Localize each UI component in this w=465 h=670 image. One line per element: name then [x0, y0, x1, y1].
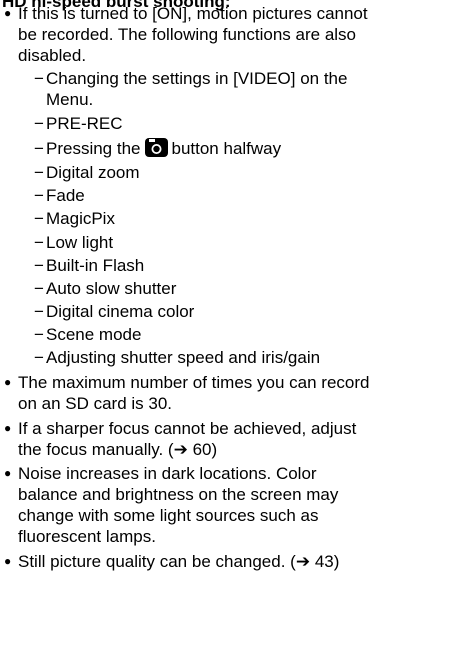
note-quality-text: Still picture quality can be changed. ( [18, 552, 296, 571]
intro-line-1: If this is turned to [ON], motion pictur… [18, 4, 368, 23]
note-noise-line-2: balance and brightness on the screen may [18, 485, 339, 504]
page-ref-link[interactable]: 60) [193, 440, 218, 459]
disabled-item-cinema-color: − Digital cinema color [34, 301, 194, 322]
note-focus-text: the focus manually. ( [18, 440, 174, 459]
dash-mark: − [34, 186, 44, 205]
note-focus-line-2: the focus manually. (➔ 60) [18, 439, 463, 461]
disabled-item-text: MagicPix [46, 209, 115, 228]
disabled-item-text: Digital zoom [46, 163, 140, 182]
note-focus-line-1: If a sharper focus cannot be achieved, a… [18, 419, 357, 438]
disabled-item-text: Auto slow shutter [46, 279, 177, 298]
intro-line-2: be recorded. The following functions are… [18, 25, 356, 44]
bullet-icon: ● [4, 466, 12, 480]
camera-icon [144, 138, 168, 157]
disabled-item-fade: − Fade [34, 185, 85, 206]
note-noise-line-3: change with some light sources such as [18, 506, 319, 525]
disabled-item-video-menu: − Changing the settings in [VIDEO] on the [34, 68, 347, 89]
note-noise-line-1: Noise increases in dark locations. Color [18, 464, 317, 483]
bullet-icon: ● [4, 421, 12, 435]
disabled-item-text: Low light [46, 233, 114, 252]
dash-mark: − [34, 302, 44, 321]
page-ref-link[interactable]: 43) [315, 552, 340, 571]
note-noise-line-4: fluorescent lamps. [18, 527, 156, 546]
dash-mark: − [34, 279, 44, 298]
dash-mark: − [34, 256, 44, 275]
dash-mark: − [34, 163, 44, 182]
dash-mark: − [34, 348, 44, 367]
disabled-item-video-menu-cont: Menu. [46, 90, 94, 109]
dash-mark: − [34, 233, 44, 252]
note-quality: Still picture quality can be changed. (➔… [18, 551, 463, 573]
disabled-item-auto-slow: − Auto slow shutter [34, 278, 176, 299]
bullet-icon: ● [4, 375, 12, 389]
bullet-icon: ● [4, 554, 12, 568]
disabled-item-text: Pressing the [46, 139, 141, 158]
disabled-item-text: Adjusting shutter speed and iris/gain [46, 348, 321, 367]
dash-mark: − [34, 325, 44, 344]
arrow-icon: ➔ [173, 440, 188, 460]
dash-mark: − [34, 114, 44, 133]
arrow-icon: ➔ [295, 552, 311, 572]
disabled-item-pre-rec: − PRE-REC [34, 113, 123, 134]
disabled-item-scene-mode: − Scene mode [34, 324, 141, 345]
dash-mark: − [34, 209, 44, 228]
dash-mark: − [34, 139, 44, 158]
disabled-item-text: Scene mode [46, 325, 142, 344]
disabled-item-text: Built-in Flash [46, 256, 145, 275]
disabled-item-low-light: − Low light [34, 232, 113, 253]
disabled-item-text: Fade [46, 186, 85, 205]
intro-line-3: disabled. [18, 46, 87, 65]
disabled-item-shutter-iris: − Adjusting shutter speed and iris/gain [34, 347, 320, 368]
disabled-item-digital-zoom: − Digital zoom [34, 162, 140, 183]
disabled-item-flash: − Built-in Flash [34, 255, 144, 276]
disabled-item-magicpix: − MagicPix [34, 208, 115, 229]
disabled-item-pressing: − Pressing the button halfway [34, 138, 281, 159]
dash-mark: − [34, 69, 44, 88]
disabled-item-text: Digital cinema color [46, 302, 195, 321]
note-max-record-line-1: The maximum number of times you can reco… [18, 373, 370, 392]
disabled-item-text: Changing the settings in [VIDEO] on the [46, 69, 348, 88]
disabled-item-text: button halfway [171, 139, 282, 158]
disabled-item-text: PRE-REC [46, 114, 123, 133]
note-max-record-line-2: on an SD card is 30. [18, 394, 173, 413]
bullet-icon: ● [4, 6, 12, 20]
